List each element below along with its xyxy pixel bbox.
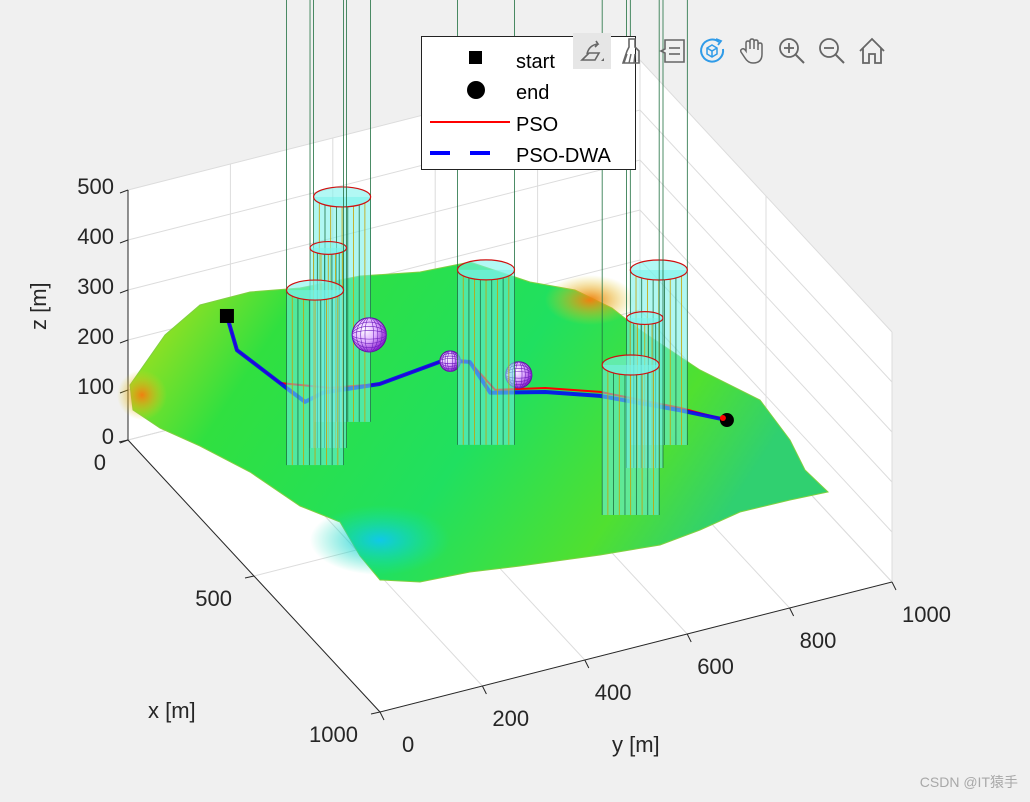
zoom-out-button[interactable] — [813, 33, 851, 69]
y-tick — [789, 607, 795, 617]
rotate-3d-button[interactable] — [693, 33, 731, 69]
legend-label: PSO — [516, 114, 559, 136]
axes-toolbar — [573, 33, 891, 69]
x-tick-label: 0 — [94, 450, 106, 475]
rotate-3d-icon — [700, 38, 725, 63]
y-axis-label: y [m] — [612, 732, 660, 757]
terrain-valley — [310, 505, 450, 575]
x-axis-label: x [m] — [148, 698, 196, 723]
zoom-in-button[interactable] — [773, 33, 811, 69]
legend-entry-pso-dwa: PSO-DWA — [422, 139, 635, 169]
cylinder-top — [285, 279, 345, 301]
cylinder-top — [312, 186, 372, 208]
y-tick-label: 800 — [800, 628, 837, 653]
z-tick-label: 400 — [77, 224, 114, 249]
export-icon — [580, 40, 604, 61]
export-button[interactable] — [573, 33, 611, 69]
z-axis-label: z [m] — [26, 282, 51, 330]
datatip-button[interactable] — [653, 33, 691, 69]
x-tick — [244, 575, 255, 579]
z-tick — [119, 339, 129, 344]
z-tick — [119, 189, 129, 194]
z-tick-label: 0 — [102, 424, 114, 449]
brush-button[interactable] — [613, 33, 651, 69]
zoom-in-icon — [779, 38, 805, 64]
pan-icon — [739, 38, 763, 64]
z-tick-label: 200 — [77, 324, 114, 349]
end-marker-highlight — [719, 415, 726, 422]
y-tick-label: 1000 — [902, 602, 951, 627]
legend-entry-end: end — [422, 76, 635, 106]
y-tick — [584, 659, 590, 669]
cylinder-top — [456, 259, 516, 281]
cylinder-top — [625, 311, 664, 326]
y-tick — [481, 685, 487, 695]
legend-label: end — [516, 82, 550, 104]
z-tick — [119, 289, 129, 294]
zoom-out-icon — [819, 38, 845, 64]
terrain-ridge — [545, 275, 635, 325]
cylinder-top — [309, 240, 348, 255]
y-tick-label: 400 — [595, 680, 632, 705]
brush-icon — [621, 38, 640, 64]
x-tick-label: 500 — [195, 586, 232, 611]
y-tick — [379, 711, 385, 721]
legend-label: PSO-DWA — [516, 145, 611, 167]
legend-label: start — [516, 51, 555, 73]
home-icon — [859, 37, 885, 64]
home-button[interactable] — [853, 33, 891, 69]
sphere-body — [351, 317, 387, 353]
z-tick-label: 100 — [77, 374, 114, 399]
z-tick — [119, 239, 129, 244]
threat-sphere — [351, 317, 387, 353]
y-tick-label: 0 — [402, 732, 414, 757]
x-tick — [370, 711, 381, 715]
solid-line-icon — [430, 121, 510, 123]
y-tick — [891, 581, 897, 591]
datatip-icon — [659, 39, 685, 63]
legend-entry-pso: PSO — [422, 108, 635, 138]
terrain-ridge — [117, 370, 167, 420]
dashed-line-icon — [430, 151, 510, 155]
circle-marker-icon — [467, 81, 485, 99]
z-tick-label: 300 — [77, 274, 114, 299]
cylinder-top — [601, 354, 660, 376]
start-marker — [219, 308, 234, 323]
y-tick-label: 200 — [492, 706, 529, 731]
y-tick — [686, 633, 692, 643]
pan-button[interactable] — [733, 33, 771, 69]
square-marker-icon — [469, 51, 482, 64]
y-tick-label: 600 — [697, 654, 734, 679]
watermark: CSDN @IT猿手 — [919, 774, 1018, 790]
x-tick-label: 1000 — [309, 722, 358, 747]
z-tick-label: 500 — [77, 174, 114, 199]
